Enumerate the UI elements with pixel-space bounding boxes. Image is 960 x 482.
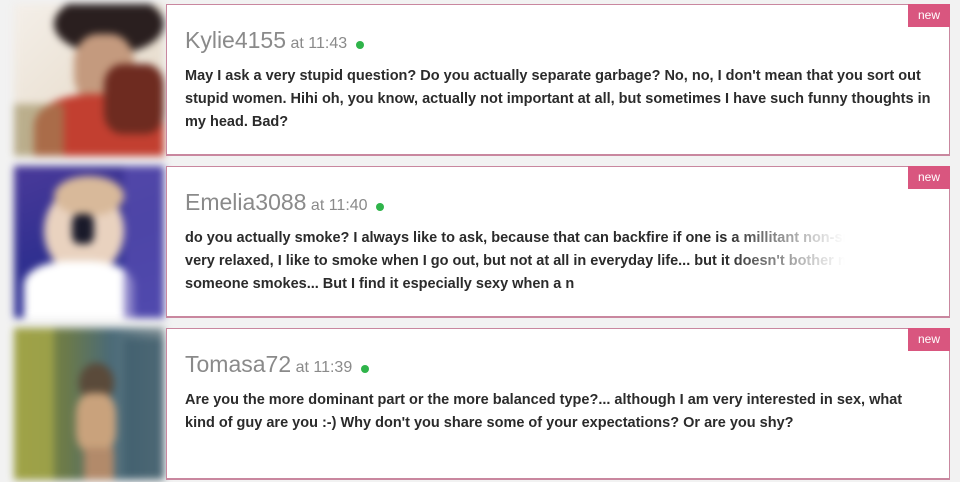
- message-time: 11:43: [308, 35, 348, 52]
- message-item[interactable]: new Emelia3088 at 11:40 do you actually …: [10, 166, 950, 318]
- message-time: 11:40: [328, 197, 368, 214]
- at-label: at: [295, 359, 309, 376]
- message-header: Kylie4155 at 11:43: [185, 27, 364, 54]
- message-item[interactable]: new Tomasa72 at 11:39 Are you the more d…: [10, 328, 950, 480]
- online-status-icon: [376, 203, 385, 211]
- message-card[interactable]: new Kylie4155 at 11:43 May I ask a very …: [166, 4, 950, 156]
- message-time: 11:39: [313, 359, 353, 376]
- username[interactable]: Emelia3088: [185, 189, 306, 215]
- message-item[interactable]: new Kylie4155 at 11:43 May I ask a very …: [10, 4, 950, 156]
- at-label: at: [310, 197, 325, 214]
- message-header: Tomasa72 at 11:39: [185, 351, 369, 378]
- online-status-icon: [355, 41, 364, 49]
- avatar[interactable]: [14, 4, 164, 156]
- message-card[interactable]: new Tomasa72 at 11:39 Are you the more d…: [166, 328, 950, 480]
- message-card[interactable]: new Emelia3088 at 11:40 do you actually …: [166, 166, 950, 318]
- new-badge: new: [908, 328, 950, 351]
- message-text: do you actually smoke? I always like to …: [185, 230, 922, 292]
- username[interactable]: Kylie4155: [185, 27, 286, 53]
- new-badge: new: [908, 4, 950, 27]
- online-status-icon: [360, 365, 369, 373]
- message-list: new Kylie4155 at 11:43 May I ask a very …: [0, 0, 960, 482]
- message-text: May I ask a very stupid question? Do you…: [185, 68, 931, 130]
- message-header: Emelia3088 at 11:40: [185, 189, 385, 216]
- avatar[interactable]: [14, 328, 164, 480]
- at-label: at: [290, 35, 304, 52]
- message-text: Are you the more dominant part or the mo…: [185, 392, 903, 431]
- avatar[interactable]: [14, 166, 164, 318]
- username[interactable]: Tomasa72: [185, 351, 291, 377]
- new-badge: new: [908, 166, 950, 189]
